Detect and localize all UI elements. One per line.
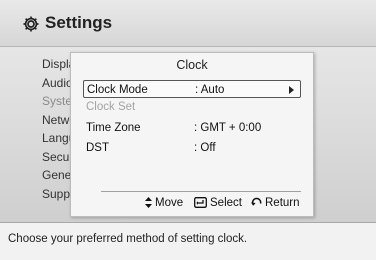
dst-option[interactable]: DST : Off — [83, 139, 301, 157]
clock-set-option: Clock Set — [83, 98, 301, 116]
return-arrow-icon — [251, 197, 262, 206]
enter-key-icon — [194, 197, 207, 208]
option-label: Clock Mode — [87, 84, 148, 96]
select-hint: Select — [194, 197, 242, 209]
clock-mode-option[interactable]: Clock Mode : Auto — [83, 80, 301, 98]
clock-dialog: Clock Clock Mode : Auto Clock Set Time Z… — [70, 52, 314, 217]
chevron-right-icon — [289, 86, 294, 94]
option-label: Time Zone — [86, 122, 141, 134]
select-label: Select — [210, 197, 242, 209]
help-bar: Choose your preferred method of setting … — [0, 222, 376, 260]
return-hint: Return — [251, 197, 300, 209]
divider — [101, 191, 301, 192]
return-label: Return — [265, 197, 300, 209]
time-zone-option[interactable]: Time Zone : GMT + 0:00 — [83, 119, 301, 137]
option-label: Clock Set — [86, 101, 136, 113]
option-value: : GMT + 0:00 — [194, 122, 262, 134]
option-value: : Auto — [195, 84, 225, 96]
page-title: Settings — [45, 13, 113, 32]
gear-icon — [23, 16, 39, 32]
dialog-title: Clock — [176, 58, 208, 72]
option-value: : Off — [194, 142, 216, 154]
up-down-arrows-icon — [145, 197, 152, 208]
key-hints: Move Select Return — [71, 197, 313, 213]
move-hint: Move — [145, 197, 183, 209]
title-bar: Settings — [0, 0, 376, 47]
option-label: DST — [86, 142, 109, 154]
settings-screen: Settings Display Audio System Network La… — [0, 0, 376, 260]
move-label: Move — [155, 197, 184, 209]
help-text: Choose your preferred method of setting … — [8, 233, 248, 245]
